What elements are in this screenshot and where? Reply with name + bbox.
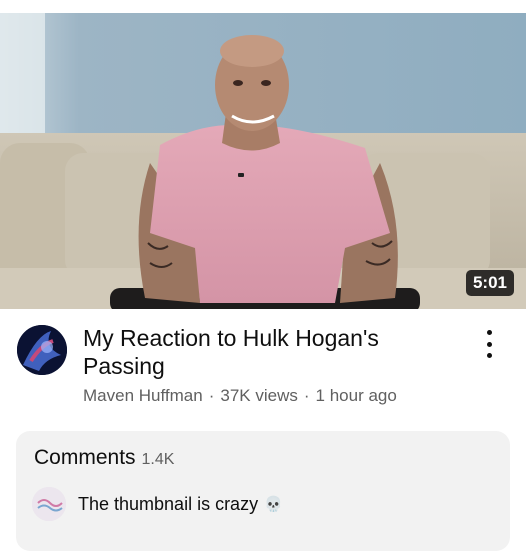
separator-dot: · bbox=[303, 386, 310, 405]
top-comment-text: The thumbnail is crazy bbox=[78, 493, 259, 514]
comments-count: 1.4K bbox=[141, 451, 175, 468]
video-metadata: My Reaction to Hulk Hogan's Passing Mave… bbox=[0, 322, 526, 422]
commenter-avatar[interactable] bbox=[32, 487, 66, 521]
thumbnail-image bbox=[0, 13, 526, 309]
channel-avatar-image bbox=[17, 325, 67, 375]
channel-avatar[interactable] bbox=[17, 325, 67, 375]
skull-icon: 💀 bbox=[264, 496, 283, 513]
commenter-avatar-image bbox=[32, 487, 66, 521]
video-subline: Maven Huffman · 37K views · 1 hour ago bbox=[83, 386, 397, 406]
video-duration-badge: 5:01 bbox=[465, 270, 514, 296]
channel-name[interactable]: Maven Huffman bbox=[83, 386, 203, 405]
video-title[interactable]: My Reaction to Hulk Hogan's Passing bbox=[83, 324, 463, 380]
comments-header: Comments 1.4K bbox=[34, 446, 174, 470]
upload-age: 1 hour ago bbox=[315, 386, 397, 405]
more-vert-icon[interactable] bbox=[480, 330, 498, 358]
separator-dot: · bbox=[208, 386, 215, 405]
view-count: 37K views bbox=[220, 386, 298, 405]
comments-heading: Comments bbox=[34, 446, 136, 469]
comments-panel[interactable]: Comments 1.4K The thumbnail is crazy 💀 bbox=[16, 431, 510, 551]
top-comment[interactable]: The thumbnail is crazy 💀 bbox=[32, 487, 283, 521]
video-thumbnail[interactable]: 5:01 bbox=[0, 13, 526, 309]
